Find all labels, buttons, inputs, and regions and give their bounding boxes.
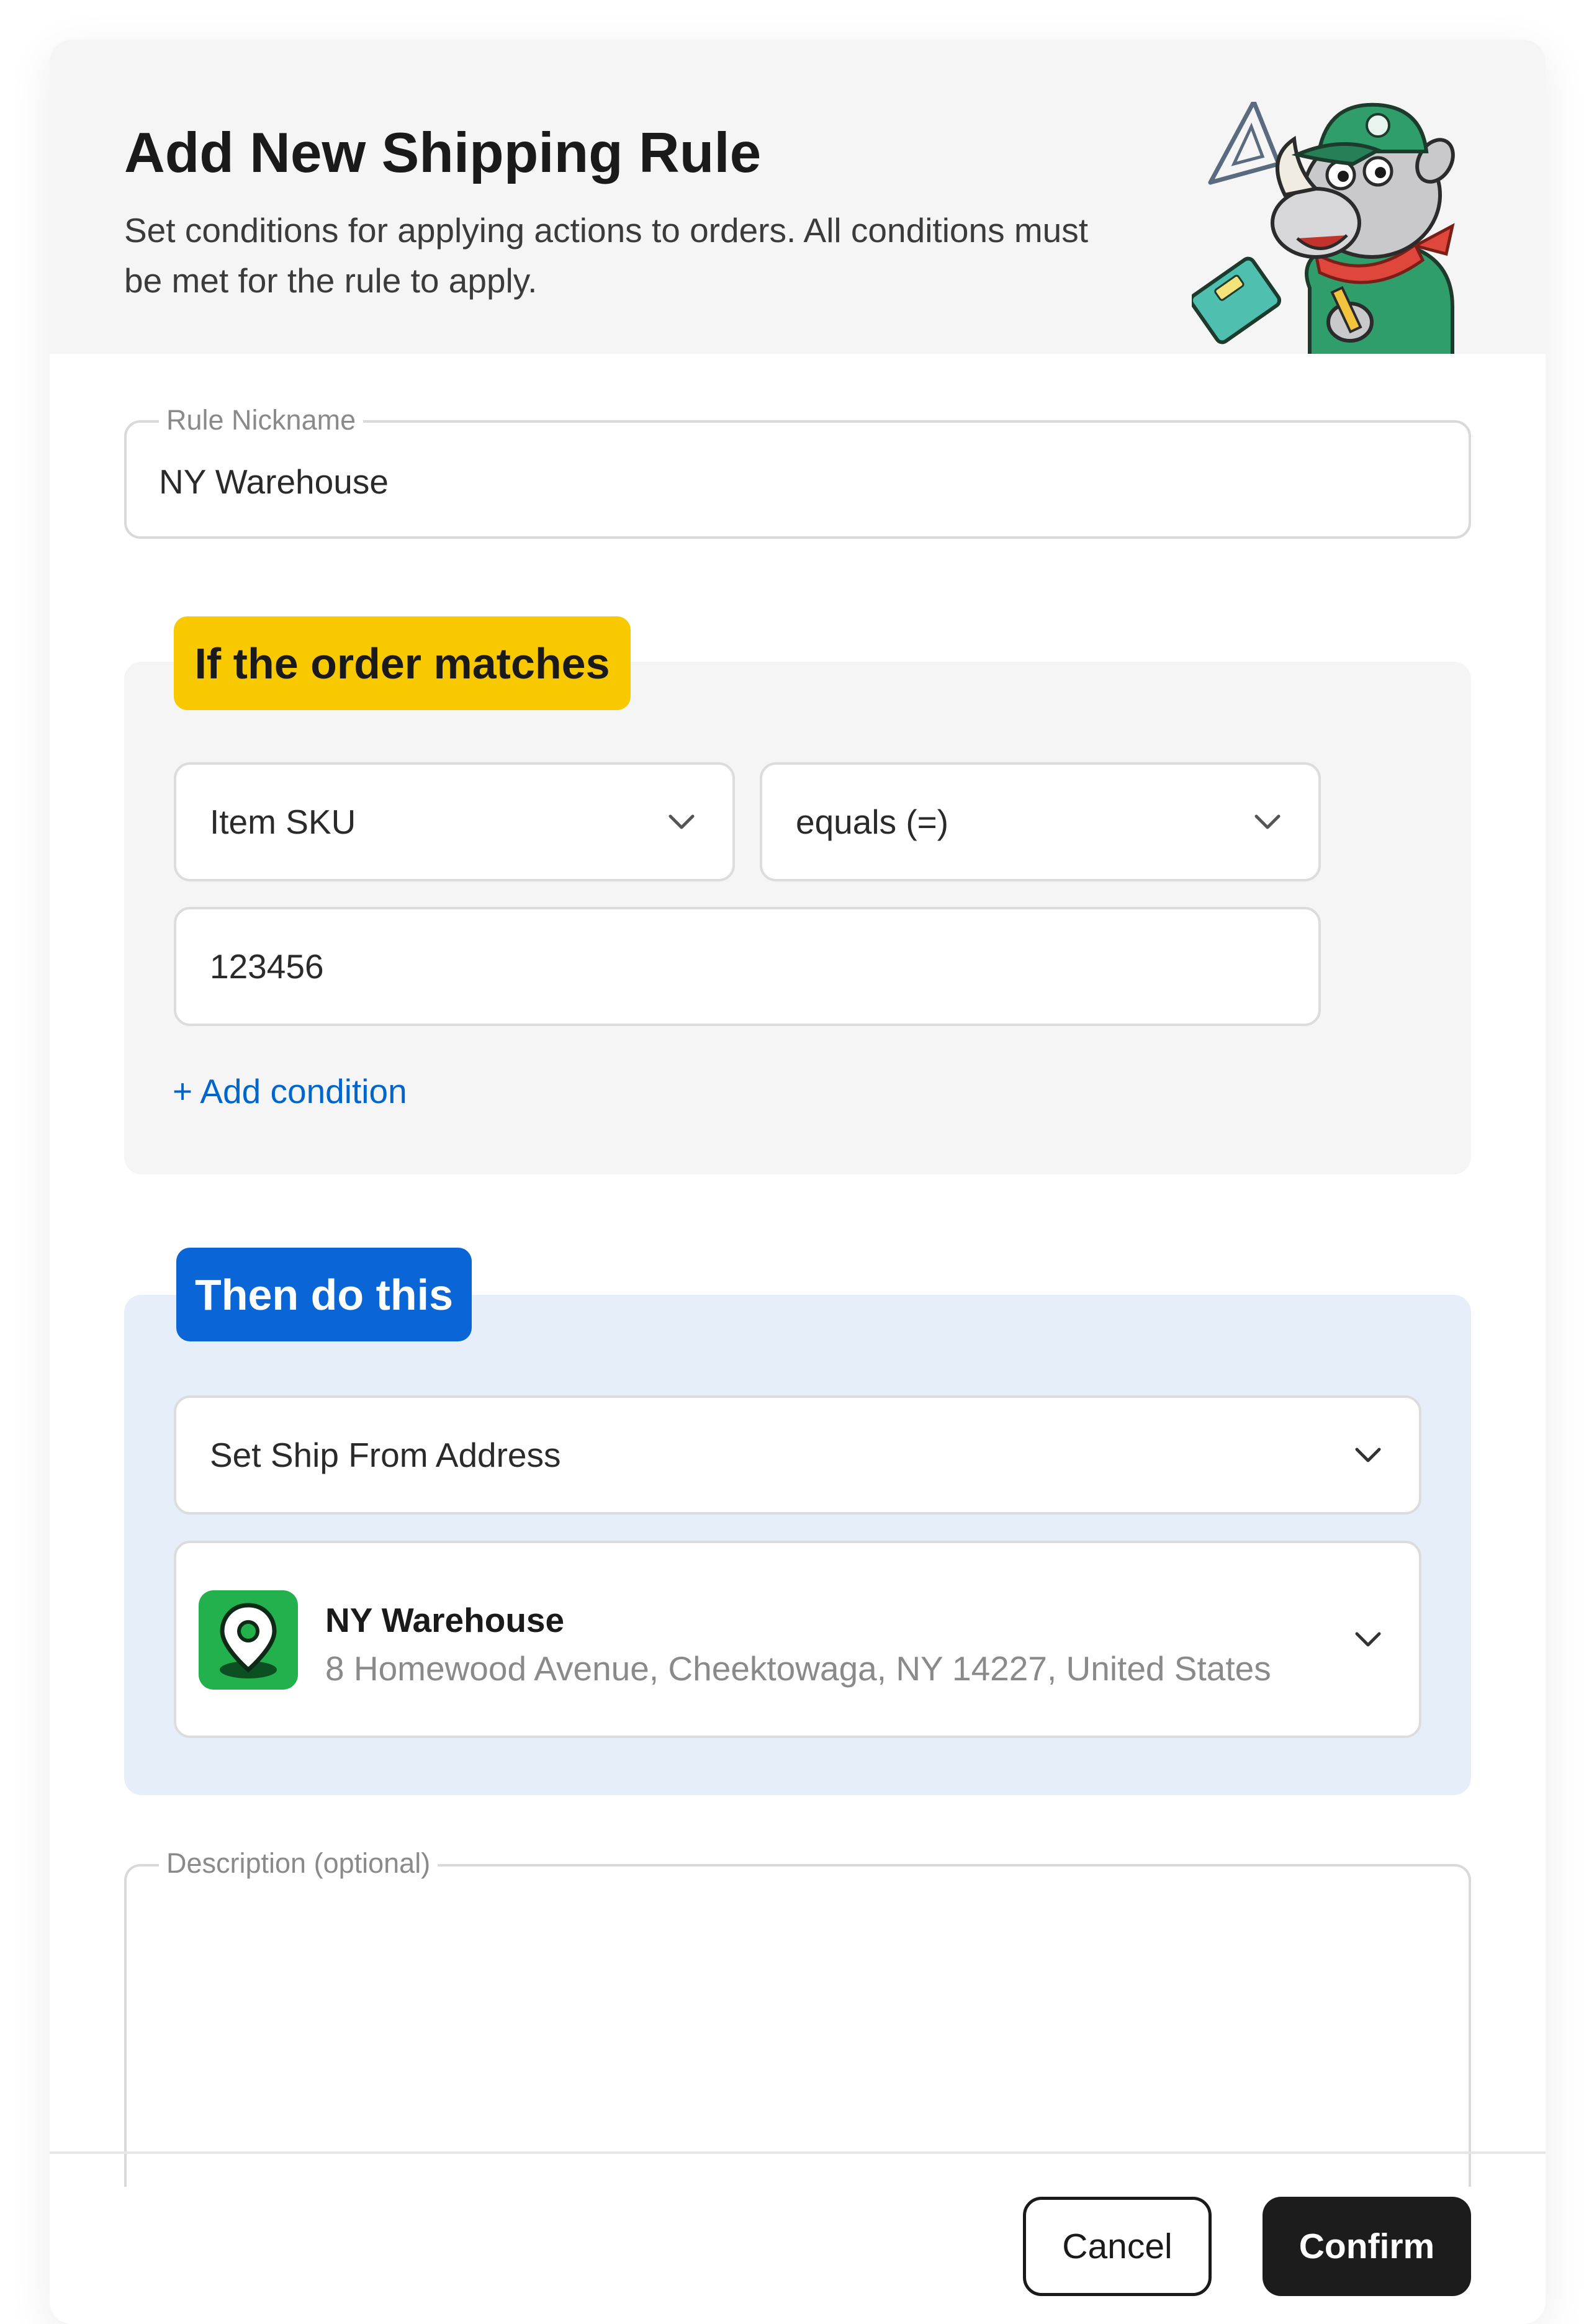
condition-field-select[interactable]: Item SKU [174,762,735,881]
warehouse-address: 8 Homewood Avenue, Cheektowaga, NY 14227… [325,1649,1271,1688]
condition-operator-select[interactable]: equals (=) [760,762,1321,881]
rule-nickname-field[interactable]: NY Warehouse [124,420,1471,539]
chevron-down-icon [1355,1632,1381,1647]
actions-panel: Set Ship From Address NY Warehouse 8 Hom… [124,1295,1471,1795]
shipping-rule-dialog: Add New Shipping Rule Set conditions for… [50,40,1546,2324]
dialog-subtitle: Set conditions for applying actions to o… [124,211,1089,300]
footer-divider [50,2151,1546,2154]
add-condition-link[interactable]: + Add condition [173,1071,407,1111]
conditions-heading-badge: If the order matches [174,616,631,710]
chevron-down-icon [1355,1448,1381,1462]
cancel-button[interactable]: Cancel [1023,2197,1212,2296]
dialog-title: Add New Shipping Rule [124,122,762,184]
condition-field-value: Item SKU [210,803,356,841]
chevron-down-icon [668,814,695,829]
warehouse-select[interactable]: NY Warehouse 8 Homewood Avenue, Cheektow… [174,1541,1421,1738]
description-label: Description (optional) [159,1849,438,1877]
condition-operator-value: equals (=) [796,803,949,841]
actions-heading-badge: Then do this [176,1248,472,1341]
conditions-panel: Item SKU equals (=) 123456 + Add conditi… [124,662,1471,1174]
dialog-header: Add New Shipping Rule Set conditions for… [50,40,1546,354]
chevron-down-icon [1254,814,1281,829]
rhino-mascot-illustration [1192,102,1455,354]
condition-value-input[interactable]: 123456 [174,907,1321,1026]
location-pin-icon [199,1590,298,1690]
condition-value-text[interactable]: 123456 [210,947,324,986]
rule-nickname-label: Rule Nickname [159,406,364,434]
action-type-value: Set Ship From Address [210,1436,561,1474]
warehouse-name: NY Warehouse [325,1601,565,1639]
confirm-button[interactable]: Confirm [1263,2197,1471,2296]
rule-nickname-value[interactable]: NY Warehouse [159,465,389,499]
description-textarea[interactable] [124,1864,1471,2187]
action-type-select[interactable]: Set Ship From Address [174,1395,1421,1515]
